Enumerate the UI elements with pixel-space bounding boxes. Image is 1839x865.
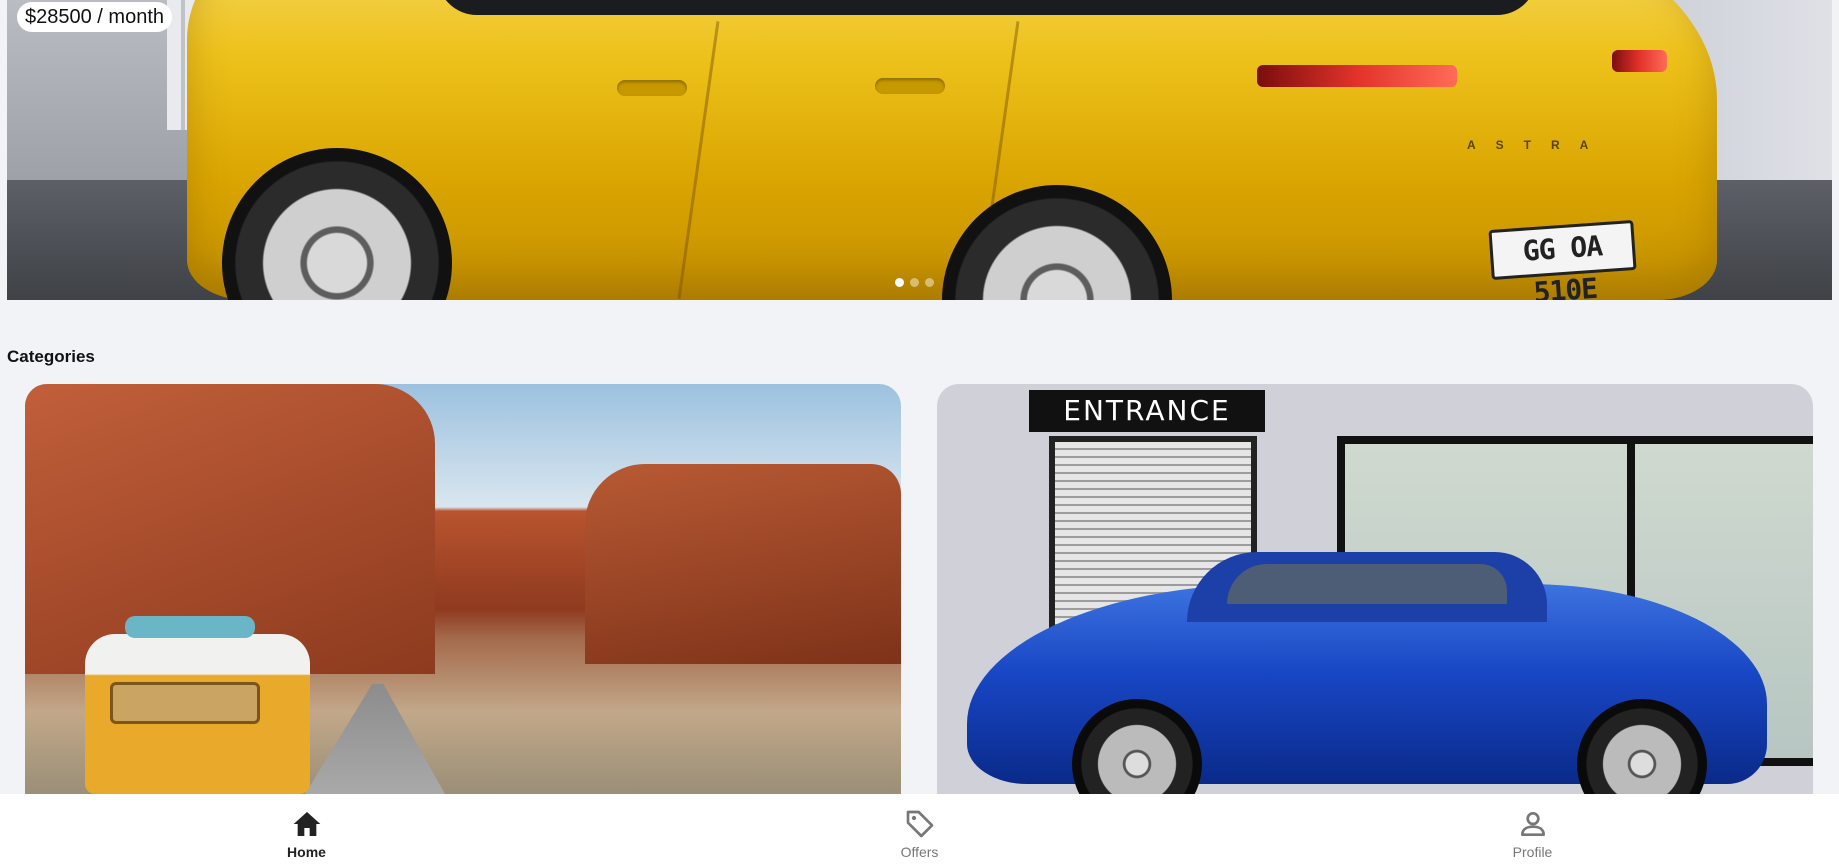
card-image-road: [305, 684, 445, 794]
app-page: ASTRA GG OA 510E $28500 / month Categori…: [0, 0, 1839, 865]
home-icon: [293, 812, 320, 836]
hero-car-taillight: [1612, 50, 1667, 72]
nav-label-home: Home: [287, 844, 326, 860]
category-card-coupe[interactable]: ENTRANCE: [937, 384, 1813, 794]
tag-icon: [906, 810, 933, 838]
card-image-rock: [585, 464, 901, 664]
carousel-indicator: [895, 278, 934, 287]
person-icon: [1520, 812, 1545, 836]
hero-carousel[interactable]: ASTRA GG OA 510E: [7, 0, 1832, 300]
nav-item-offers[interactable]: Offers: [613, 794, 1226, 865]
carousel-dot-3[interactable]: [925, 278, 934, 287]
carousel-dot-2[interactable]: [910, 278, 919, 287]
van-window: [110, 682, 260, 724]
hero-license-plate: GG OA 510E: [1488, 220, 1637, 300]
card-image-van: [85, 616, 310, 794]
bottom-navigation: Home Offers Profile: [0, 794, 1839, 865]
hero-car-badge: ASTRA: [1467, 138, 1609, 152]
hero-car-handle: [617, 80, 687, 96]
nav-item-home[interactable]: Home: [0, 794, 613, 865]
van-roof: [125, 616, 255, 638]
hero-car-handle: [875, 78, 945, 94]
categories-heading: Categories: [7, 347, 95, 366]
carousel-dot-1[interactable]: [895, 278, 904, 287]
nav-item-profile[interactable]: Profile: [1226, 794, 1839, 865]
nav-label-profile: Profile: [1512, 844, 1553, 860]
hero-car-taillight: [1257, 65, 1457, 87]
nav-label-offers: Offers: [900, 844, 939, 860]
category-card-camper[interactable]: [25, 384, 901, 794]
entrance-sign: ENTRANCE: [1029, 390, 1265, 432]
card-image-car-window: [1227, 564, 1507, 604]
price-badge: $28500 / month: [17, 2, 172, 32]
hero-car-window: [437, 0, 1537, 15]
